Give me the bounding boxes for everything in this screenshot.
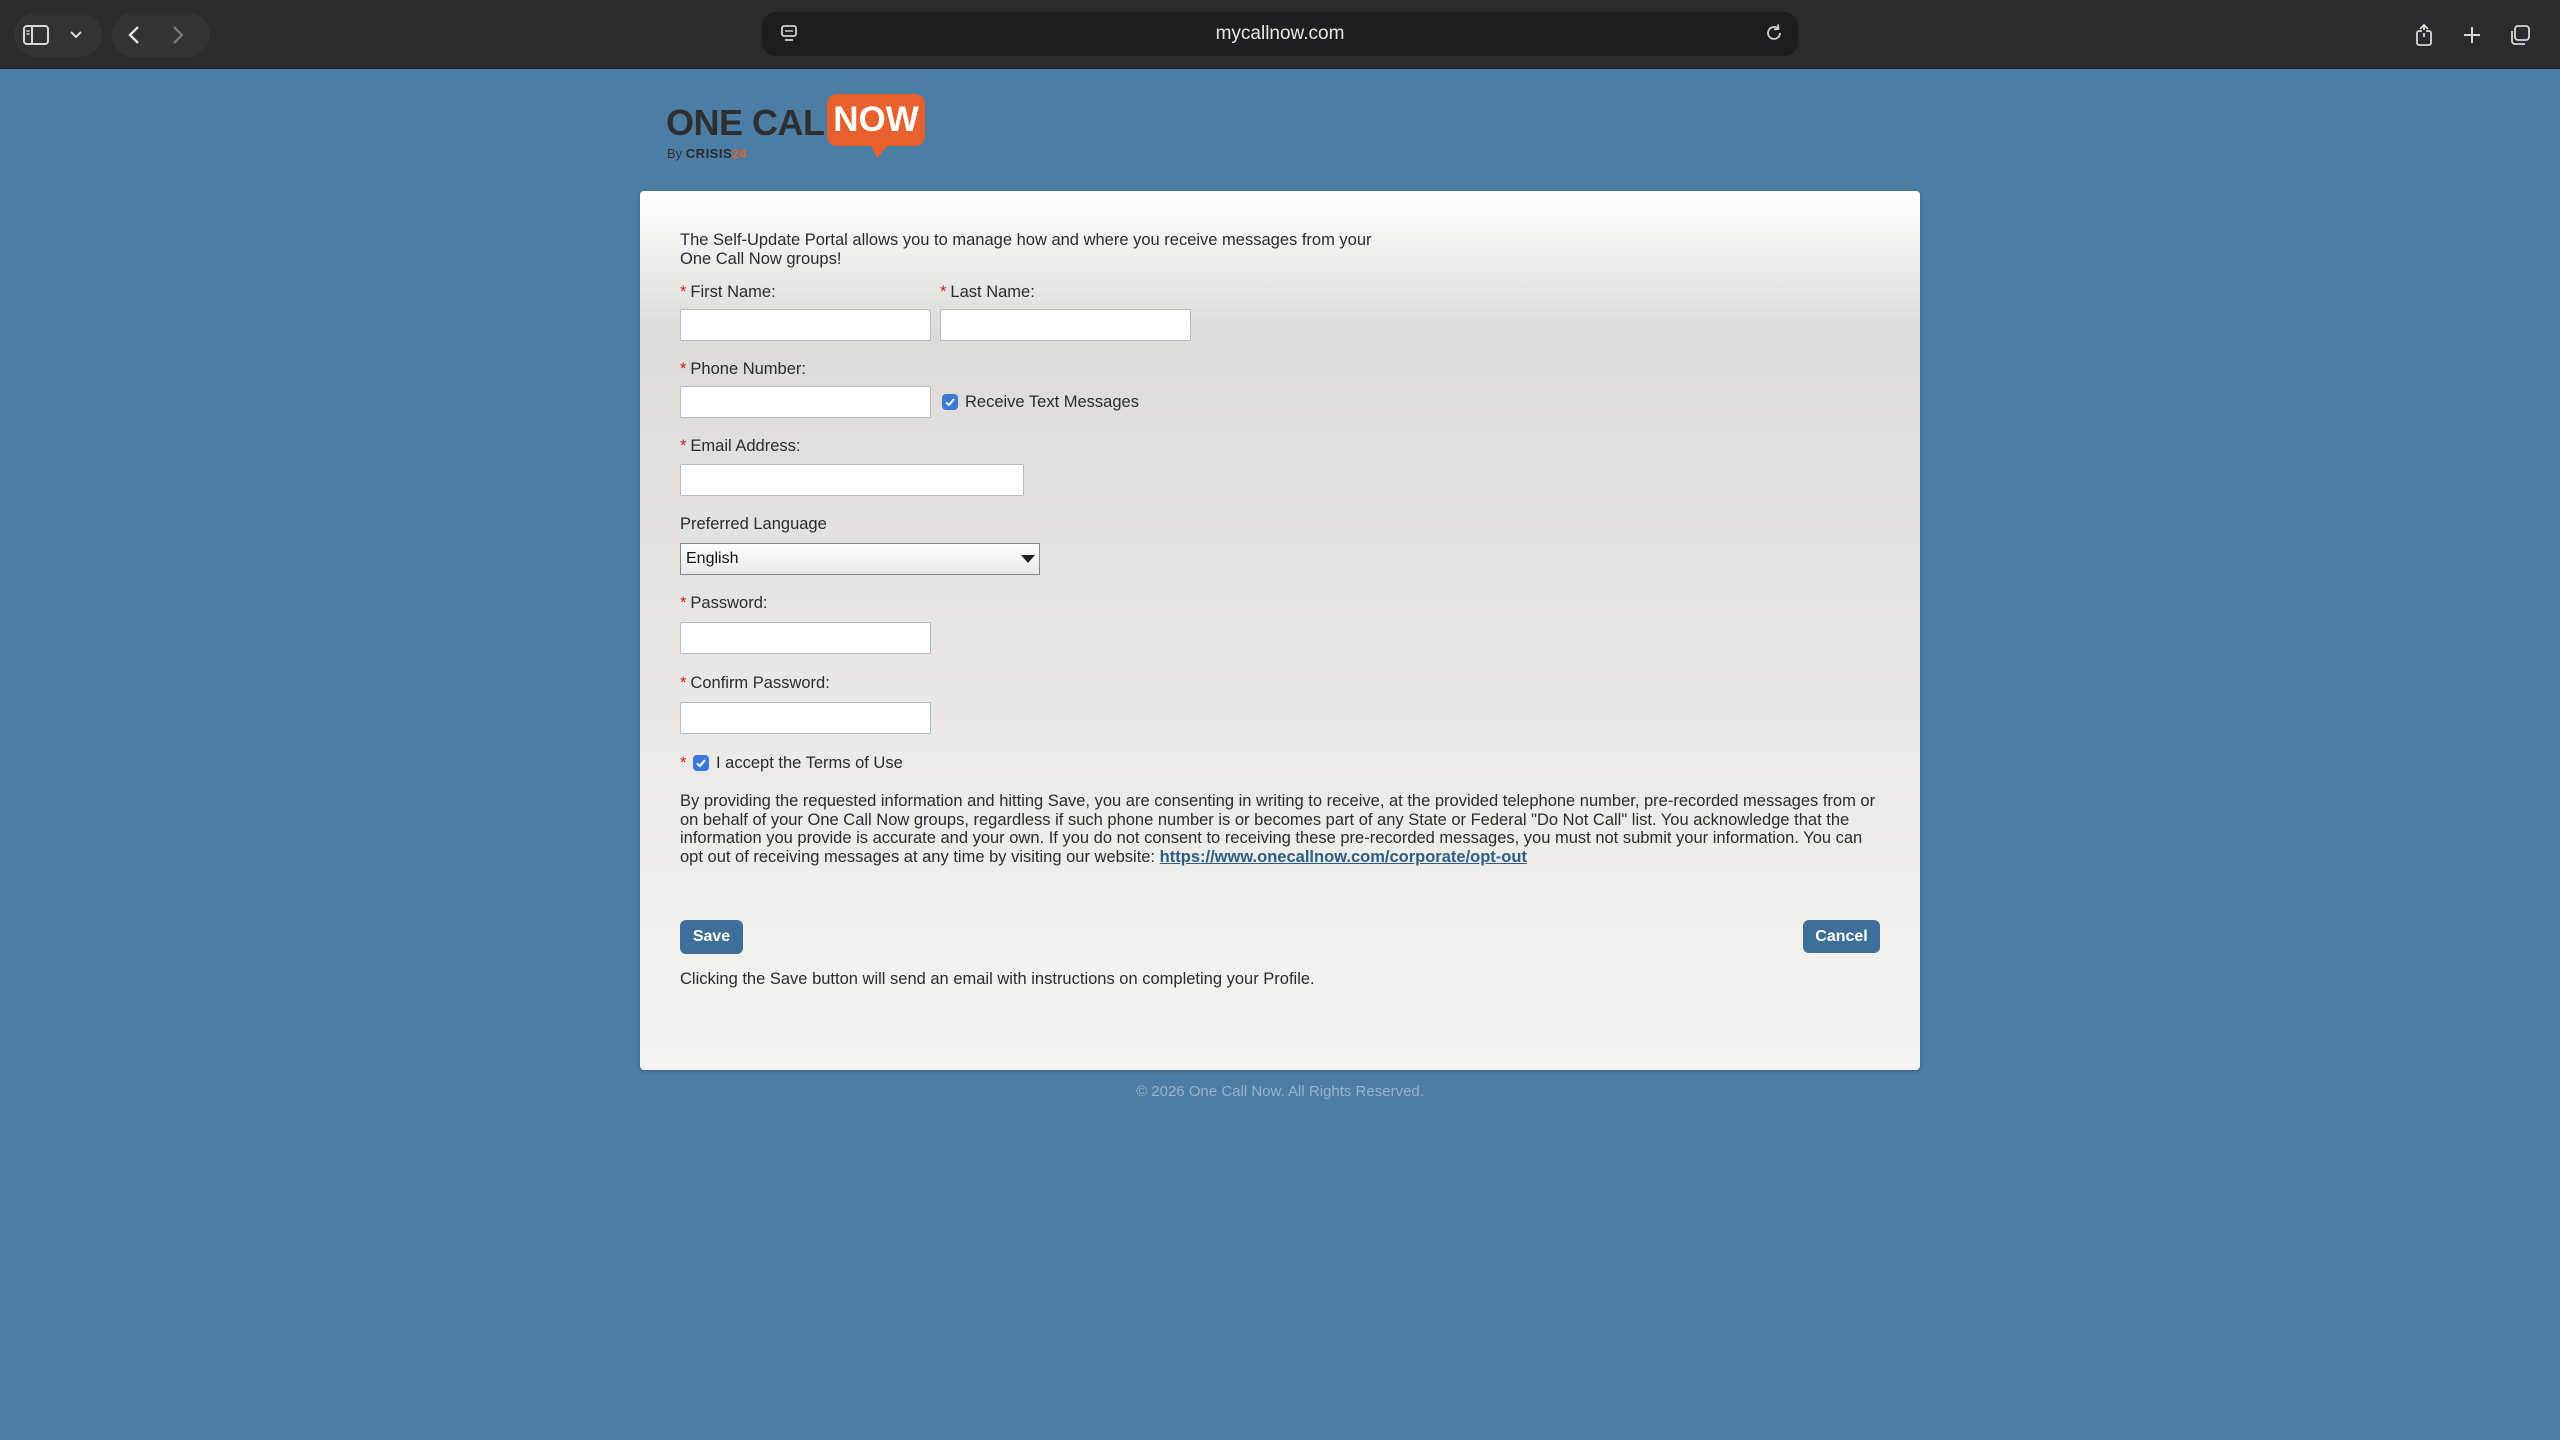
address-url: mycallnow.com <box>1215 23 1345 44</box>
logo-bubble-tail <box>869 142 891 158</box>
preferred-language-label: Preferred Language <box>680 515 827 533</box>
one-call-now-logo: ONE CALL NOW By CRISIS24 <box>666 92 926 164</box>
new-tab-icon[interactable] <box>2450 13 2494 57</box>
required-mark: * <box>680 674 687 692</box>
consent-text: By providing the requested information a… <box>680 792 1880 866</box>
password-label-text: Password: <box>690 594 768 612</box>
required-mark: * <box>940 283 947 301</box>
logo-byline: By CRISIS24 <box>667 146 747 161</box>
checkmark-icon <box>945 398 955 407</box>
required-mark: * <box>680 437 687 455</box>
share-icon[interactable] <box>2402 13 2446 57</box>
forward-arrow-icon[interactable] <box>156 13 200 57</box>
first-name-label-text: First Name: <box>690 283 776 301</box>
logo-by: By <box>667 146 683 161</box>
required-mark: * <box>680 283 687 301</box>
first-name-label: * First Name: <box>680 283 776 302</box>
email-address-label: * Email Address: <box>680 437 800 456</box>
last-name-label: * Last Name: <box>940 283 1035 302</box>
password-input[interactable] <box>680 622 931 654</box>
confirm-password-input[interactable] <box>680 702 931 734</box>
logo-now: NOW <box>833 100 919 139</box>
intro-text: The Self-Update Portal allows you to man… <box>680 231 1372 268</box>
required-mark: * <box>680 754 687 772</box>
preferred-language-value: English <box>686 550 739 567</box>
logo-brand-suffix: 24 <box>732 146 747 161</box>
footer-copyright: © 2026 One Call Now. All Rights Reserved… <box>1136 1083 1424 1100</box>
save-note: Clicking the Save button will send an em… <box>680 970 1315 988</box>
logo-brand: CRISIS <box>685 146 733 161</box>
receive-text-checkbox[interactable] <box>942 394 958 410</box>
navigation-group <box>112 13 210 57</box>
email-address-input[interactable] <box>680 464 1024 496</box>
preferred-language-select[interactable]: English <box>680 543 1040 575</box>
checkmark-icon <box>696 759 706 768</box>
confirm-password-label-text: Confirm Password: <box>690 674 830 692</box>
tab-overview-icon[interactable] <box>2498 13 2542 57</box>
chevron-down-icon[interactable] <box>58 13 94 57</box>
cancel-button[interactable]: Cancel <box>1803 920 1880 953</box>
phone-number-label-text: Phone Number: <box>690 360 806 378</box>
required-mark: * <box>680 594 687 612</box>
last-name-input[interactable] <box>940 309 1191 341</box>
email-address-label-text: Email Address: <box>690 437 801 455</box>
first-name-input[interactable] <box>680 309 931 341</box>
sidebar-toggle-group <box>14 13 102 57</box>
required-mark: * <box>680 360 687 378</box>
accept-terms-checkbox[interactable] <box>693 755 709 771</box>
terms-required-mark: * <box>680 754 690 773</box>
browser-toolbar: mycallnow.com <box>0 0 2560 69</box>
sidebar-icon[interactable] <box>14 13 58 57</box>
self-update-form-panel: The Self-Update Portal allows you to man… <box>640 191 1920 1070</box>
back-arrow-icon[interactable] <box>112 13 156 57</box>
accept-terms-label[interactable]: I accept the Terms of Use <box>716 754 903 773</box>
address-bar[interactable]: mycallnow.com <box>762 12 1798 56</box>
confirm-password-label: * Confirm Password: <box>680 674 830 693</box>
last-name-label-text: Last Name: <box>950 283 1035 301</box>
save-button[interactable]: Save <box>680 920 743 954</box>
opt-out-link[interactable]: https://www.onecallnow.com/corporate/opt… <box>1160 848 1527 866</box>
logo-one-call: ONE CALL <box>666 102 847 143</box>
page-settings-icon[interactable] <box>780 24 798 44</box>
receive-text-label: Receive Text Messages <box>965 393 1139 411</box>
password-label: * Password: <box>680 594 767 613</box>
dropdown-arrow-icon <box>1021 555 1035 563</box>
phone-number-label: * Phone Number: <box>680 360 806 379</box>
phone-number-input[interactable] <box>680 386 931 418</box>
reload-icon[interactable] <box>1764 23 1784 43</box>
